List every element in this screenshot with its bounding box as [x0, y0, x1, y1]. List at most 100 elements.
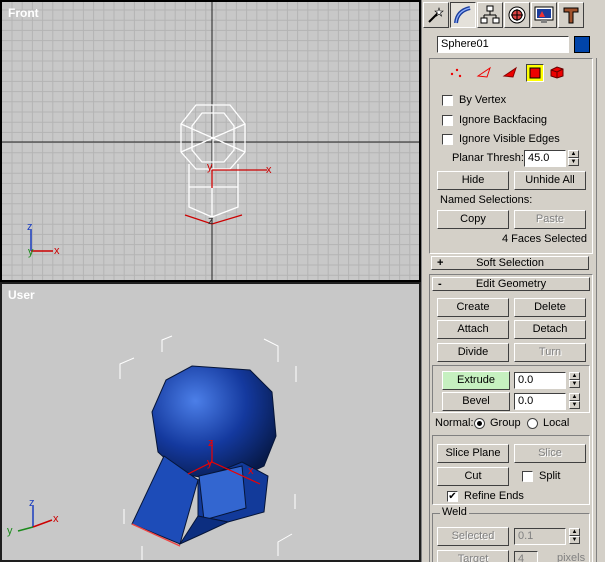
command-panel: Sphere01 By Vertex Ignore Backfacing Ign…	[421, 0, 605, 562]
ignore-visible-edges-checkbox[interactable]	[442, 134, 453, 145]
selection-rollout: By Vertex Ignore Backfacing Ignore Visib…	[429, 58, 593, 254]
edge-icon	[476, 66, 491, 78]
bevel-button[interactable]: Bevel	[442, 392, 510, 411]
hierarchy-tab[interactable]	[477, 2, 503, 28]
object-color-swatch[interactable]	[574, 36, 590, 53]
turn-button[interactable]: Turn	[514, 343, 586, 362]
ignore-backfacing-checkbox[interactable]	[442, 115, 453, 126]
hierarchy-icon	[480, 5, 500, 24]
create-button[interactable]: Create	[437, 298, 509, 317]
front-extrusion-wireframe	[188, 164, 239, 218]
vertex-subobject-button[interactable]	[448, 64, 466, 82]
normal-local-radio[interactable]	[527, 418, 538, 429]
bevel-amount-spinner[interactable]: ▲ ▼	[569, 393, 580, 410]
edit-geometry-title: Edit Geometry	[475, 278, 547, 290]
user-gizmo-y-label: y	[207, 457, 213, 469]
motion-tab[interactable]	[504, 2, 530, 28]
edit-geometry-collapse-toggle: -	[438, 278, 442, 290]
weld-title: Weld	[440, 506, 469, 518]
paste-button[interactable]: Paste	[514, 210, 586, 229]
front-gizmo-z-label: z	[208, 215, 214, 227]
ignore-visible-edges-label: Ignore Visible Edges	[459, 133, 560, 145]
normal-local-label: Local	[543, 417, 570, 429]
user-bbox-corner	[119, 357, 135, 379]
display-tab[interactable]	[531, 2, 557, 28]
detach-button[interactable]: Detach	[514, 320, 586, 339]
weld-target-button[interactable]: Target	[437, 550, 509, 562]
refine-ends-checkbox[interactable]: ✔	[447, 491, 458, 502]
modifier-rollouts: By Vertex Ignore Backfacing Ignore Visib…	[429, 58, 593, 562]
weld-threshold-input[interactable]: 0.1	[514, 528, 566, 545]
utilities-icon	[563, 7, 579, 24]
named-selections-label: Named Selections:	[440, 194, 533, 206]
hide-button[interactable]: Hide	[437, 171, 509, 190]
front-viewport-canvas[interactable]: x y z z x y	[2, 2, 419, 280]
planar-thresh-spinner[interactable]: ▲ ▼	[568, 150, 579, 167]
copy-button[interactable]: Copy	[437, 210, 509, 229]
extrude-amount-spinner[interactable]: ▲ ▼	[569, 372, 580, 389]
refine-ends-label: Refine Ends	[464, 490, 524, 502]
slice-plane-button[interactable]: Slice Plane	[437, 444, 509, 463]
user-axis-x	[32, 519, 53, 528]
face-subobject-button[interactable]	[502, 64, 520, 82]
weld-target-pixels-input[interactable]: 4	[514, 551, 538, 562]
extrude-amount-input[interactable]: 0.0	[514, 372, 566, 389]
weld-selected-button[interactable]: Selected	[437, 527, 509, 546]
front-viewport-label[interactable]: Front	[8, 6, 39, 20]
edit-geometry-rollout: - Edit Geometry Create Delete Attach Det…	[429, 274, 593, 562]
front-axis-y-label: y	[28, 246, 34, 258]
element-subobject-button[interactable]	[549, 64, 567, 82]
front-gizmo-y-label: y	[207, 161, 213, 173]
by-vertex-checkbox[interactable]	[442, 95, 453, 106]
user-bbox-corner	[277, 533, 293, 556]
user-axis-z-label: z	[29, 497, 35, 509]
vertex-icon	[450, 68, 462, 78]
split-checkbox[interactable]	[522, 471, 533, 482]
user-viewport-label[interactable]: User	[8, 288, 35, 302]
normal-group-label: Group	[490, 417, 521, 429]
normal-label: Normal:	[435, 417, 474, 429]
cut-button[interactable]: Cut	[437, 467, 509, 486]
soft-selection-rollout-header[interactable]: + Soft Selection	[431, 256, 589, 270]
weld-threshold-spinner[interactable]: ▲ ▼	[569, 528, 580, 545]
normal-group-radio[interactable]	[474, 418, 485, 429]
by-vertex-label: By Vertex	[459, 94, 507, 106]
modify-tab[interactable]	[450, 2, 476, 28]
create-icon	[428, 7, 444, 23]
unhide-all-button[interactable]: Unhide All	[514, 171, 586, 190]
weld-pixels-label: pixels	[557, 552, 586, 562]
polygon-icon	[529, 67, 541, 79]
modify-icon	[454, 6, 471, 24]
soft-selection-expand-toggle: +	[437, 257, 444, 269]
edit-geometry-rollout-header[interactable]: - Edit Geometry	[432, 277, 590, 291]
polygon-subobject-button[interactable]	[526, 64, 544, 82]
divide-button[interactable]: Divide	[437, 343, 509, 362]
extrude-button[interactable]: Extrude	[442, 371, 510, 390]
user-axis-x-label: x	[53, 513, 59, 525]
split-label: Split	[539, 470, 561, 482]
utilities-tab[interactable]	[558, 2, 584, 28]
element-icon	[550, 66, 564, 79]
ignore-backfacing-label: Ignore Backfacing	[459, 114, 548, 126]
command-panel-scrollbar[interactable]	[596, 58, 602, 562]
attach-button[interactable]: Attach	[437, 320, 509, 339]
user-viewport-canvas[interactable]: xyzzxy	[2, 284, 419, 560]
user-viewport[interactable]: xyzzxy User	[0, 282, 421, 562]
edge-subobject-button[interactable]	[476, 64, 494, 82]
planar-thresh-input[interactable]: 45.0	[524, 150, 566, 167]
planar-thresh-label: Planar Thresh:	[452, 152, 524, 164]
display-icon	[534, 6, 554, 23]
front-viewport[interactable]: x y z z x y Front	[0, 0, 421, 282]
create-tab[interactable]	[423, 2, 449, 28]
delete-button[interactable]: Delete	[514, 298, 586, 317]
front-axis-x-label: x	[54, 245, 60, 257]
front-gizmo-x-label: x	[266, 164, 272, 176]
face-icon	[502, 66, 517, 78]
user-gizmo-x-label: x	[248, 465, 254, 477]
soft-selection-title: Soft Selection	[476, 257, 544, 269]
user-gizmo-z-label: z	[208, 437, 214, 449]
object-name-input[interactable]: Sphere01	[437, 36, 569, 53]
slice-button[interactable]: Slice	[514, 444, 586, 463]
bevel-amount-input[interactable]: 0.0	[514, 393, 566, 410]
front-axis-z-label: z	[27, 221, 33, 233]
